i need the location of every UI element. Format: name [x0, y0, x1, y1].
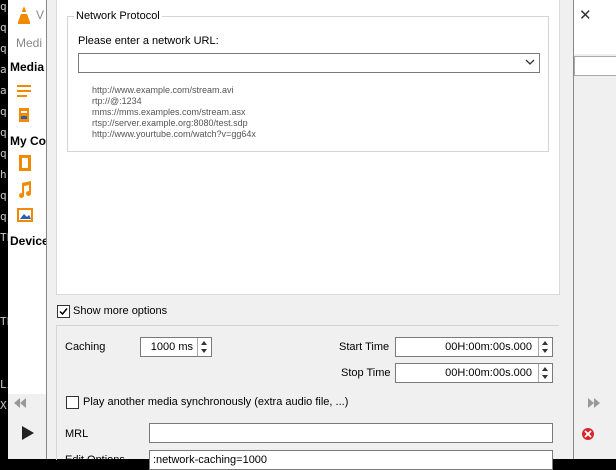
sidebar-heading-devices: Device [10, 234, 49, 248]
terminal-text-fragment: X [0, 399, 7, 412]
terminal-text-fragment: q [0, 21, 7, 34]
edit-options-field[interactable]: :network-caching=1000 [149, 450, 553, 470]
terminal-text-fragment: Th [0, 231, 8, 244]
caching-label: Caching [65, 341, 106, 353]
vlc-cone-icon [18, 6, 30, 24]
mrl-label: MRL [65, 428, 89, 440]
show-more-options-label[interactable]: Show more options [73, 305, 167, 317]
vlc-title-initial: V [36, 8, 45, 22]
sidebar-heading-my-computer: My Co [10, 134, 46, 148]
error-icon [582, 428, 594, 440]
example-url: http://www.yourtube.com/watch?v=gg64x [92, 129, 256, 139]
network-tab-panel: Network Protocol Please enter a network … [56, 0, 560, 295]
example-url: rtsp://server.example.org:8080/test.sdp [92, 118, 248, 128]
stop-time-spin-buttons[interactable] [538, 364, 552, 382]
terminal-text-fragment [0, 336, 8, 350]
close-icon[interactable]: ✕ [579, 6, 592, 24]
terminal-text-fragment: q [0, 0, 7, 13]
terminal-text-fragment [0, 420, 8, 434]
start-time-value: 00H:00m:00s.000 [445, 341, 532, 353]
caching-spinbox[interactable]: 1000 ms [140, 337, 212, 357]
play-sync-checkbox[interactable] [66, 396, 79, 409]
network-url-combobox[interactable] [78, 53, 540, 73]
start-time-label: Start Time [339, 341, 390, 353]
terminal-text-fragment: Li [0, 378, 8, 391]
start-time-spin-buttons[interactable] [538, 338, 552, 356]
caching-spin-buttons[interactable] [197, 338, 211, 356]
checkmark-icon [59, 308, 68, 316]
sidebar-heading-media-library: Media [10, 60, 45, 74]
rewind-icon[interactable] [12, 396, 28, 410]
music-icon[interactable] [16, 180, 34, 198]
dropdown-arrow-icon[interactable] [524, 56, 536, 68]
play-sync-label[interactable]: Play another media synchronously (extra … [83, 396, 348, 408]
playlist-icon[interactable] [16, 82, 34, 100]
advanced-options-panel: Caching 1000 ms Start Time 00H:00m:00s.0… [56, 325, 559, 470]
terminal-text-fragment: q [0, 147, 7, 160]
example-url: http://www.example.com/stream.avi [92, 85, 234, 95]
terminal-text-fragment [0, 357, 8, 371]
network-protocol-group: Network Protocol Please enter a network … [67, 10, 549, 152]
stop-time-label: Stop Time [341, 367, 391, 379]
terminal-text-fragment [0, 252, 8, 266]
terminal-text-fragment: q [0, 189, 7, 202]
video-icon[interactable] [16, 154, 34, 172]
stop-time-field[interactable]: 00H:00m:00s.000 [395, 363, 553, 383]
url-label: Please enter a network URL: [78, 35, 219, 47]
terminal-text-fragment: a [0, 84, 7, 97]
terminal-text-fragment: q [0, 42, 7, 55]
terminal-text-fragment: q [0, 210, 7, 223]
terminal-text-fragment: h [0, 168, 7, 181]
example-url: mms://mms.examples.com/stream.asx [92, 107, 246, 117]
vlc-search-field[interactable] [574, 56, 616, 76]
open-media-dialog: ✕ Network Protocol Please enter a networ… [46, 0, 592, 470]
terminal-text-fragment: q [0, 126, 7, 139]
media-library-icon[interactable] [16, 106, 34, 124]
fast-forward-icon[interactable] [586, 396, 602, 410]
caching-value: 1000 ms [150, 341, 193, 353]
edit-options-label: Edit Options [65, 454, 125, 466]
pictures-icon[interactable] [16, 206, 34, 224]
mrl-field[interactable] [149, 423, 553, 443]
play-icon[interactable] [20, 424, 36, 442]
stop-time-value: 00H:00m:00s.000 [445, 367, 532, 379]
terminal-text-fragment [0, 441, 8, 455]
terminal-text-fragment [0, 294, 8, 308]
edit-options-value: :network-caching=1000 [153, 454, 268, 466]
example-url: rtp://@:1234 [92, 96, 142, 106]
terminal-text-fragment [0, 273, 8, 287]
terminal-text-fragment: a [0, 63, 7, 76]
group-title: Network Protocol [74, 10, 162, 22]
vlc-menu-media[interactable]: Medi [16, 36, 42, 50]
show-more-options-checkbox[interactable] [57, 305, 70, 318]
terminal-text-fragment: Th [0, 315, 8, 328]
terminal-text-fragment: q [0, 105, 7, 118]
start-time-field[interactable]: 00H:00m:00s.000 [395, 337, 553, 357]
